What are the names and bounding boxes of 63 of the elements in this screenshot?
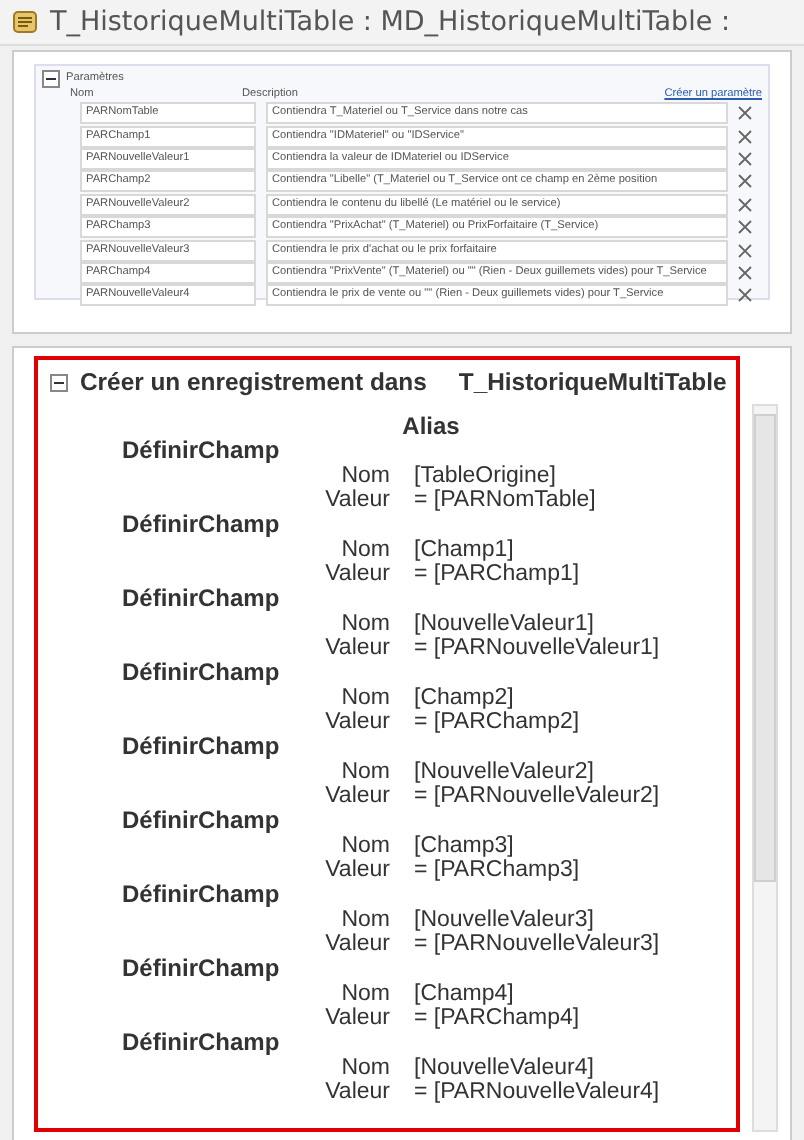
delete-icon[interactable] bbox=[738, 174, 752, 189]
argument-value: = [PARChamp3] bbox=[414, 858, 582, 882]
argument-label: Nom bbox=[339, 908, 390, 932]
argument-value: = [PARChamp4] bbox=[414, 1006, 582, 1030]
action-name: DéfinirChamp bbox=[122, 956, 282, 982]
argument-value: [NouvelleValeur1] bbox=[414, 612, 596, 636]
delete-icon[interactable] bbox=[738, 288, 752, 303]
delete-icon[interactable] bbox=[738, 129, 752, 144]
argument-value: [Champ3] bbox=[414, 834, 516, 858]
argument-value: = [PARChamp1] bbox=[414, 562, 582, 586]
argument-value: [NouvelleValeur2] bbox=[414, 760, 596, 784]
table-name: T_HistoriqueMultiTable bbox=[458, 368, 727, 396]
argument-value: [Champ1] bbox=[414, 538, 516, 562]
delete-icon[interactable] bbox=[738, 197, 752, 212]
argument-label: Nom bbox=[339, 538, 390, 562]
argument-label: Nom bbox=[339, 464, 390, 488]
action-name: DéfinirChamp bbox=[122, 734, 282, 760]
argument-value: = [PARNouvelleValeur4] bbox=[414, 1080, 662, 1104]
action-title: Créer un enregistrement dans bbox=[80, 368, 427, 396]
argument-label: Nom bbox=[339, 834, 390, 858]
argument-value: [NouvelleValeur3] bbox=[414, 908, 596, 932]
argument-value: = [PARNomTable] bbox=[414, 488, 598, 512]
argument-label: Valeur bbox=[323, 1006, 390, 1030]
argument-label: Nom bbox=[339, 686, 390, 710]
scrollbar[interactable] bbox=[752, 404, 778, 1132]
argument-label: Valeur bbox=[323, 488, 390, 512]
argument-label: Valeur bbox=[323, 710, 390, 734]
argument-label: Nom bbox=[339, 982, 390, 1006]
argument-value: [TableOrigine] bbox=[414, 464, 558, 488]
action-name: DéfinirChamp bbox=[122, 512, 282, 538]
argument-label: Valeur bbox=[323, 636, 390, 660]
argument-label: Nom bbox=[339, 1056, 390, 1080]
collapse-icon[interactable] bbox=[42, 69, 60, 87]
action-name: DéfinirChamp bbox=[122, 882, 282, 908]
action-name: DéfinirChamp bbox=[122, 660, 282, 686]
action-name: DéfinirChamp bbox=[122, 438, 282, 464]
argument-value: = [PARChamp2] bbox=[414, 710, 582, 734]
argument-value: [Champ4] bbox=[414, 982, 516, 1006]
delete-icon[interactable] bbox=[738, 151, 752, 166]
argument-value: = [PARNouvelleValeur2] bbox=[414, 784, 662, 808]
argument-label: Nom bbox=[339, 760, 390, 784]
alias-label: Alias bbox=[400, 414, 462, 438]
argument-value: = [PARNouvelleValeur3] bbox=[414, 932, 662, 956]
delete-icon[interactable] bbox=[738, 243, 752, 258]
delete-icon[interactable] bbox=[738, 265, 752, 280]
argument-value: [NouvelleValeur4] bbox=[414, 1056, 596, 1080]
argument-label: Valeur bbox=[323, 562, 390, 586]
argument-label: Valeur bbox=[323, 858, 390, 882]
argument-value: = [PARNouvelleValeur1] bbox=[414, 636, 662, 660]
delete-icon[interactable] bbox=[738, 106, 752, 121]
argument-label: Valeur bbox=[323, 1080, 390, 1104]
macro-icon bbox=[12, 10, 38, 34]
delete-icon[interactable] bbox=[738, 220, 752, 235]
collapse-icon[interactable] bbox=[50, 373, 68, 391]
argument-label: Nom bbox=[339, 612, 390, 636]
window-title: T_HistoriqueMultiTable : MD_HistoriqueMultiTable : bbox=[50, 6, 731, 38]
argument-label: Valeur bbox=[323, 784, 390, 808]
scroll-thumb[interactable] bbox=[754, 414, 776, 882]
action-name: DéfinirChamp bbox=[122, 808, 282, 834]
action-name: DéfinirChamp bbox=[122, 586, 282, 612]
argument-label: Valeur bbox=[323, 932, 390, 956]
action-name: DéfinirChamp bbox=[122, 1030, 282, 1056]
argument-value: [Champ2] bbox=[414, 686, 516, 710]
